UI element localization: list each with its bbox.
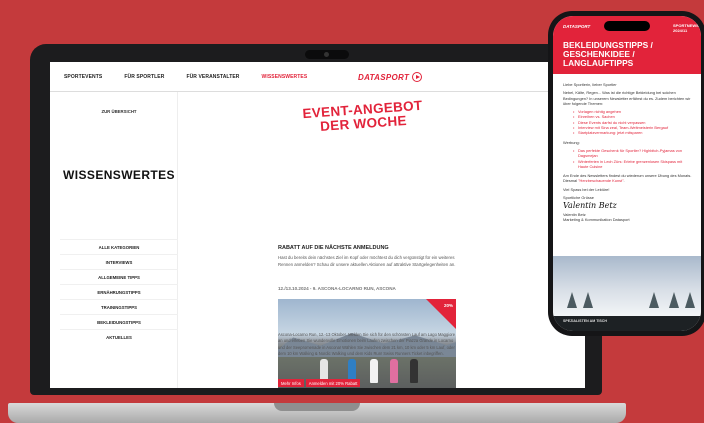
- category-ernaehrungstipps[interactable]: ERNÄHRUNGSTIPPS: [60, 284, 178, 299]
- nav-fuer-sportler[interactable]: FÜR SPORTLER: [124, 74, 164, 80]
- newsletter-brand: DATASPORT: [563, 24, 591, 29]
- brand-name: DATASPORT: [358, 72, 410, 82]
- tree-shape: [669, 292, 679, 308]
- topic-list: Vorlagen richtig angehen Einreihen vs. S…: [573, 109, 693, 136]
- tree-shape: [649, 292, 659, 308]
- tree-shape: [583, 292, 593, 308]
- event-description: Ascona-Locarno Run, 12.-13 Oktober. Meld…: [278, 332, 456, 357]
- winter-landscape-image: [553, 256, 701, 316]
- newsletter-footer: SPEZIALISTEN AM TISCH: [553, 316, 701, 331]
- play-circle-icon: [412, 72, 423, 82]
- signature: Valentin Betz: [563, 201, 617, 211]
- exercise-link[interactable]: "Herzbeschauende Kunst": [578, 178, 623, 183]
- event-actions: Mehr Infos Anmelden mit 20% Rabatt: [278, 379, 361, 387]
- ad-list: Das perfekte Geschenk für Sportler? High…: [573, 148, 693, 169]
- category-allgemeine-tipps[interactable]: ALLGEMEINE TIPPS: [60, 269, 178, 284]
- nav-fuer-veranstalter[interactable]: FÜR VERANSTALTER: [186, 74, 239, 80]
- footer-label: SPEZIALISTEN AM TISCH: [563, 319, 607, 323]
- ad-link[interactable]: Das perfekte Geschenk für Sportler? High…: [573, 148, 693, 159]
- sidebar: ZUR ÜBERSICHT WISSENSWERTES ALLE KATEGOR…: [60, 92, 178, 388]
- regards-text: Sportliche Grüsse: [563, 195, 594, 201]
- main-content-lower: Ascona-Locarno Run, 12.-13 Oktober. Meld…: [278, 92, 578, 388]
- tree-shape: [567, 292, 577, 308]
- category-trainingstipps[interactable]: TRAININGSTIPPS: [60, 299, 178, 314]
- newsletter-issue: SPORTNEWS 2024/11: [673, 23, 699, 33]
- closing-text: Viel Spass bei der Lektüre!: [563, 186, 610, 192]
- back-to-overview-link[interactable]: ZUR ÜBERSICHT: [60, 109, 178, 114]
- outro-end: .: [623, 178, 625, 184]
- signer-role: Marketing & Kommunikation Datasport: [563, 216, 630, 222]
- ad-link[interactable]: Winterferien in Lech Zürs: Erlebe grenze…: [573, 159, 693, 170]
- category-aktuelles[interactable]: AKTUELLES: [60, 329, 178, 344]
- newsletter-title: BEKLEIDUNGSTIPPS / GESCHENKIDEE / LANGLA…: [563, 40, 653, 69]
- laptop-opening-notch: [274, 403, 360, 411]
- site-nav: SPORTEVENTS FÜR SPORTLER FÜR VERANSTALTE…: [50, 62, 585, 92]
- category-alle[interactable]: ALLE KATEGORIEN: [60, 239, 178, 254]
- greeting: Liebe Sportlerin, lieber Sportler: [563, 82, 617, 87]
- newsletter-intro: Nebel, Kälte, Regen... Was ist die richt…: [563, 90, 691, 106]
- tree-shape: [685, 292, 695, 308]
- dynamic-island: [604, 21, 650, 31]
- laptop-base: [8, 403, 626, 423]
- phone-screen: DATASPORT SPORTNEWS 2024/11 BEKLEIDUNGST…: [553, 16, 701, 331]
- nav-wissenswertes[interactable]: WISSENSWERTES: [262, 74, 308, 80]
- nav-sportevents[interactable]: SPORTEVENTS: [64, 74, 102, 80]
- category-list: ALLE KATEGORIEN INTERVIEWS ALLGEMEINE TI…: [60, 239, 178, 344]
- register-discount-button[interactable]: Anmelden mit 20% Rabatt: [305, 379, 361, 387]
- sidebar-title: WISSENSWERTES: [63, 168, 175, 182]
- ads-label: Werbung:: [563, 139, 580, 145]
- category-bekleidungstipps[interactable]: BEKLEIDUNGSTIPPS: [60, 314, 178, 329]
- newsletter-body: Liebe Sportlerin, lieber Sportler Nebel,…: [563, 82, 693, 222]
- topic-link[interactable]: Startplatzvermarkung: jetzt mitsparen: [573, 130, 693, 136]
- camera-notch: [305, 50, 349, 59]
- category-interviews[interactable]: INTERVIEWS: [60, 254, 178, 269]
- more-info-button[interactable]: Mehr Infos: [278, 379, 304, 387]
- outro-text: Am Ende des Newsletters findest du wiede…: [563, 173, 693, 184]
- brand-logo[interactable]: DATASPORT: [358, 72, 423, 82]
